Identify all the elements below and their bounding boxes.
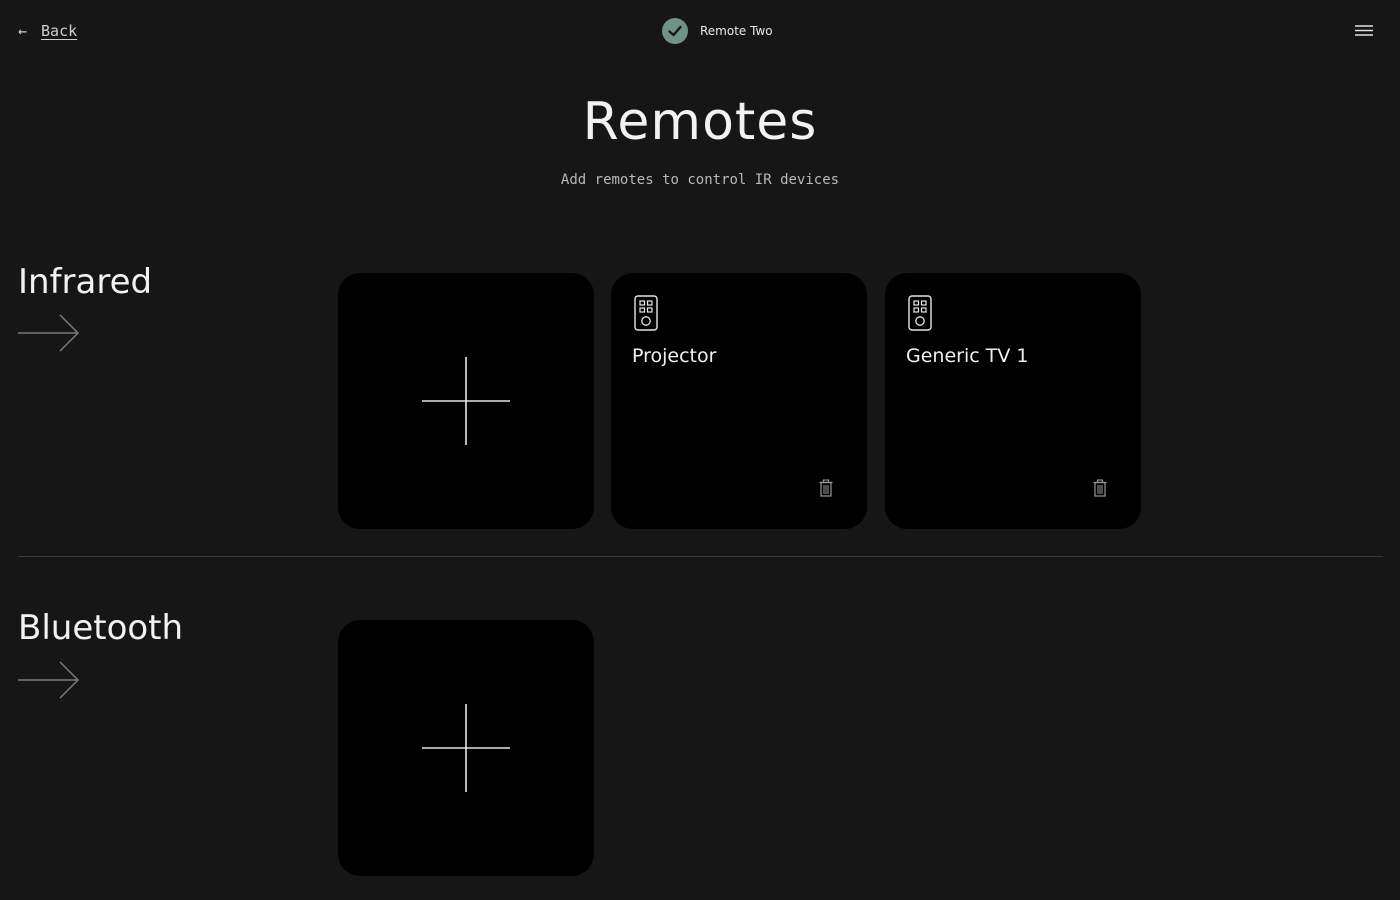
remote-card-generic-tv-1[interactable]: Generic TV 1 (885, 273, 1141, 529)
remote-name: Generic TV 1 (906, 345, 1029, 367)
remote-icon (908, 295, 932, 331)
page-title: Remotes (582, 92, 818, 152)
trash-icon[interactable] (819, 479, 833, 497)
add-infrared-remote-button[interactable] (338, 273, 594, 529)
remote-name: Projector (632, 345, 717, 367)
page-subtitle: Add remotes to control IR devices (560, 172, 840, 188)
top-bar: ← Back Remote Two (0, 0, 1400, 64)
add-bluetooth-remote-button[interactable] (338, 620, 594, 876)
plus-icon (422, 357, 510, 445)
device-name: Remote Two (700, 24, 773, 38)
back-label[interactable]: Back (41, 22, 77, 40)
hamburger-menu-icon[interactable] (1353, 23, 1375, 39)
checkmark-icon (662, 18, 688, 44)
remote-icon (634, 295, 658, 331)
device-status: Remote Two (662, 18, 773, 44)
section-divider (18, 556, 1383, 557)
back-button[interactable]: ← Back (18, 22, 77, 40)
plus-icon (422, 704, 510, 792)
arrow-right-icon (18, 661, 80, 699)
back-arrow-icon: ← (18, 21, 28, 40)
section-heading-infrared: Infrared (18, 262, 153, 302)
remote-card-projector[interactable]: Projector (611, 273, 867, 529)
arrow-right-icon (18, 314, 80, 352)
section-heading-bluetooth: Bluetooth (18, 608, 184, 648)
trash-icon[interactable] (1093, 479, 1107, 497)
